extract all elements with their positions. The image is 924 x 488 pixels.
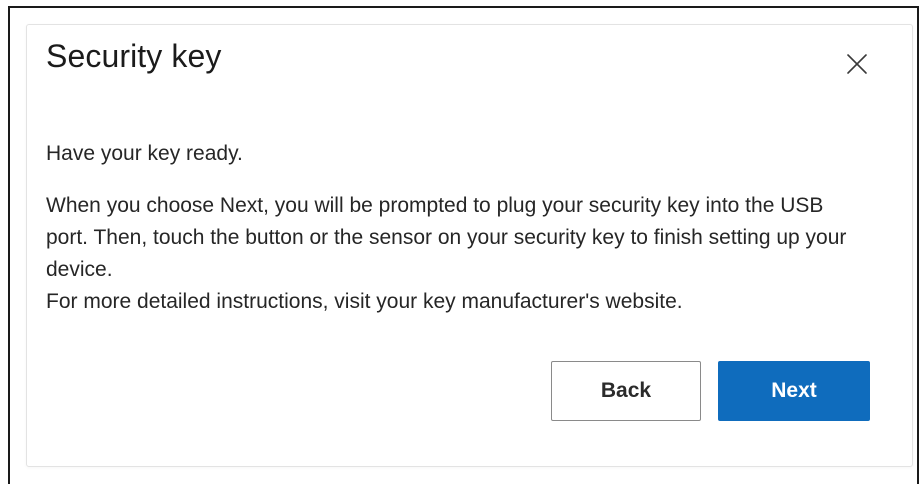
next-button[interactable]: Next xyxy=(718,361,870,421)
back-button[interactable]: Back xyxy=(551,361,701,421)
instruction-details: When you choose Next, you will be prompt… xyxy=(46,194,847,281)
instruction-ready: Have your key ready. xyxy=(46,142,243,165)
instruction-manufacturer: For more detailed instructions, visit yo… xyxy=(46,290,683,313)
close-icon xyxy=(846,53,868,75)
dialog-title: Security key xyxy=(46,38,222,74)
close-button[interactable] xyxy=(836,43,878,85)
